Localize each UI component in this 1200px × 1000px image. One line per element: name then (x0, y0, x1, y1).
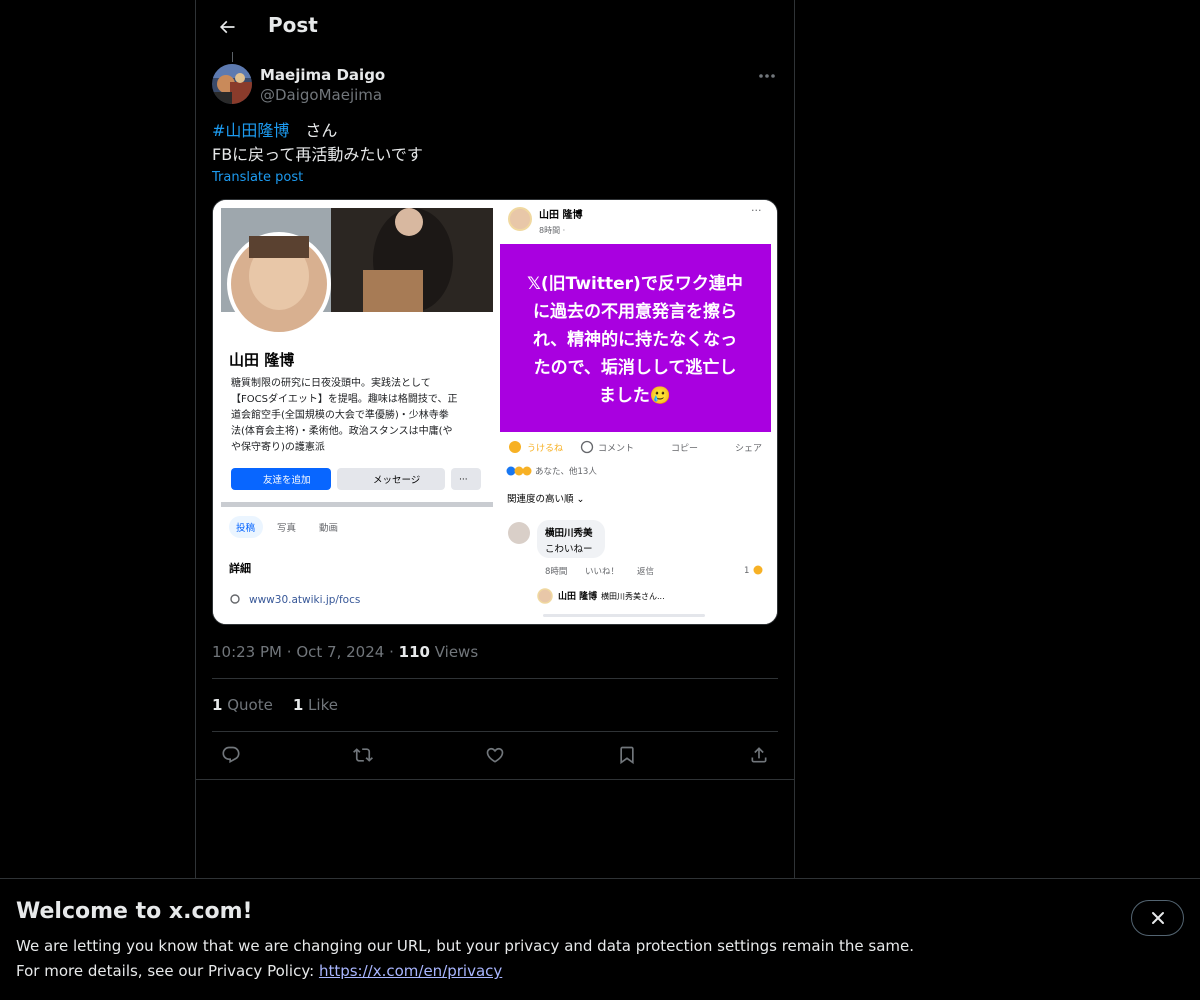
fb-sort: 関連度の高い順 ⌄ (507, 493, 584, 505)
like-icon (486, 747, 504, 763)
post-time[interactable]: 10:23 PM (212, 643, 282, 661)
post-metadata: 10:23 PM · Oct 7, 2024 · 110 Views (212, 643, 479, 661)
comment-meta: 8時間 (545, 567, 567, 577)
bio-line: 法(体育会主将)・柔術他。政治スタンスは中庸(や (231, 424, 453, 437)
more-dots-label: ··· (459, 475, 468, 485)
fb-post-line: に過去の不用意発言を擦ら (533, 301, 737, 322)
fb-action: シェア (735, 444, 762, 454)
thread-line (232, 52, 233, 62)
post-text-line1: さん (289, 121, 338, 140)
bio-line: 【FOCSダイエット】を提唱。趣味は格闘技で、正 (231, 392, 457, 405)
repost-icon (353, 748, 373, 762)
divider (196, 779, 794, 780)
views-label: Views (434, 643, 479, 661)
reply-preview: 横田川秀美さん... (601, 591, 665, 601)
fb-post-line: たので、垢消しして逃亡し (534, 357, 737, 378)
share-button[interactable] (744, 740, 774, 770)
more-icon (759, 74, 775, 78)
comment-text: こわいねー (545, 544, 593, 555)
commenter-name: 横田川秀美 (545, 527, 593, 539)
bookmark-icon (620, 746, 634, 765)
author-display-name[interactable]: Maejima Daigo (260, 65, 385, 85)
banner-title: Welcome to x.com! (16, 899, 253, 924)
profile-tab: 投稿 (236, 522, 256, 534)
divider (212, 678, 778, 679)
fb-post-line: れ、精神的に持たなくなっ (533, 329, 737, 350)
comment-reaction-count: 1 (744, 566, 749, 576)
add-friend-label: 友達を追加 (263, 474, 311, 486)
share-icon (751, 747, 767, 763)
fb-time: 8時間 · (539, 226, 565, 235)
post-text-line2: FBに戻って再活動みたいです (212, 145, 423, 164)
bookmark-button[interactable] (612, 740, 642, 770)
back-arrow-icon (219, 20, 235, 34)
fb-more: ··· (751, 204, 762, 217)
reply-button[interactable] (216, 740, 246, 770)
avatar[interactable] (212, 64, 252, 104)
post-actions (212, 740, 778, 770)
more-button[interactable] (756, 66, 778, 86)
profile-link: www30.atwiki.jp/focs (249, 594, 360, 606)
post-date[interactable]: Oct 7, 2024 (296, 643, 384, 661)
banner-policy-line: For more details, see our Privacy Policy… (16, 962, 503, 980)
like-button[interactable] (480, 740, 510, 770)
bio-line: や保守寄り)の護憲派 (231, 440, 325, 453)
reply-icon (222, 746, 240, 764)
fb-action: コメント (598, 444, 634, 454)
divider (212, 731, 778, 732)
fb-reactions: あなた、他13人 (535, 466, 597, 477)
post-author: Maejima Daigo @DaigoMaejima (212, 64, 385, 108)
post-image[interactable]: 山田 隆博 糖質制限の研究に日夜没頭中。実践法として 【FOCSダイエット】を提… (212, 199, 778, 625)
privacy-policy-link[interactable]: https://x.com/en/privacy (319, 962, 502, 980)
engagement-stats: 1 Quote 1 Like (212, 695, 338, 715)
page-title: Post (268, 13, 318, 37)
bio-line: 道会館空手(全国規模の大会で準優勝)・少林寺拳 (231, 408, 449, 421)
likes-link[interactable]: 1 Like (293, 695, 338, 715)
primary-column: Post Maejima Daigo @DaigoMaejima #山田隆博 さ… (195, 0, 795, 878)
fb-post-line: ました🥲 (599, 386, 671, 406)
close-button[interactable] (1131, 900, 1184, 936)
fb-action: うけるね (527, 443, 563, 454)
bio-line: 糖質制限の研究に日夜没頭中。実践法として (231, 376, 431, 389)
profile-tab: 動画 (319, 523, 338, 534)
back-button[interactable] (212, 12, 242, 42)
welcome-banner: Welcome to x.com! We are letting you kno… (0, 878, 1200, 1000)
fb-post-line: 𝕏(旧Twitter)で反ワク連中 (527, 273, 743, 294)
hashtag-link[interactable]: #山田隆博 (212, 121, 289, 140)
reply-author: 山田 隆博 (558, 590, 597, 602)
comment-meta: 返信 (637, 566, 655, 577)
details-heading: 詳細 (229, 561, 251, 575)
post-text: #山田隆博 さん FBに戻って再活動みたいです (212, 119, 423, 167)
top-bar: Post (196, 0, 794, 53)
comment-meta: いいね！ (585, 567, 619, 577)
views-count: 110 (398, 643, 430, 661)
translate-post-link[interactable]: Translate post (212, 170, 303, 185)
banner-message: We are letting you know that we are chan… (16, 937, 915, 955)
fb-action: コピー (671, 443, 698, 454)
repost-button[interactable] (348, 740, 378, 770)
close-icon (1151, 912, 1164, 924)
quotes-link[interactable]: 1 Quote (212, 695, 273, 715)
profile-tab: 写真 (277, 522, 296, 534)
fb-author: 山田 隆博 (539, 208, 582, 221)
author-handle[interactable]: @DaigoMaejima (260, 85, 385, 105)
profile-name: 山田 隆博 (229, 351, 294, 369)
message-label: メッセージ (373, 475, 420, 486)
